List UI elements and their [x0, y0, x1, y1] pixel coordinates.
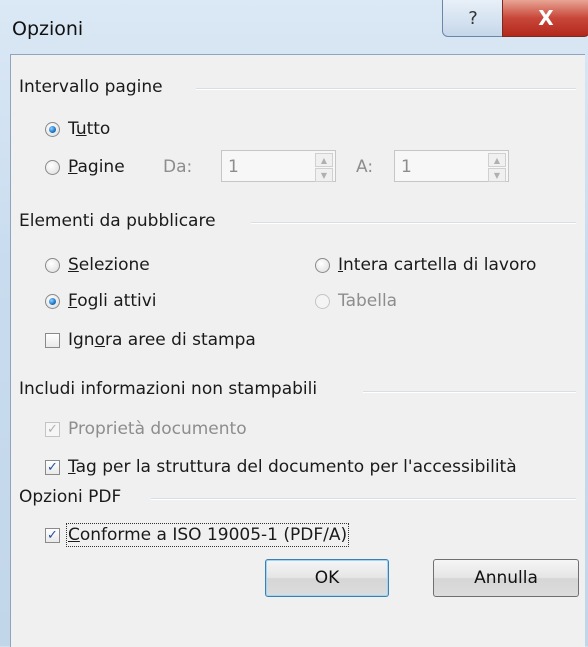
- radio-pages-indicator[interactable]: [45, 159, 60, 175]
- help-icon: ?: [468, 7, 478, 29]
- group-label-page-range: Intervallo pagine: [19, 77, 169, 97]
- to-page-value: 1: [401, 157, 412, 177]
- group-divider: [196, 88, 576, 90]
- radio-active-sheets-indicator[interactable]: [45, 293, 60, 309]
- group-divider: [151, 498, 576, 500]
- group-divider: [363, 391, 576, 393]
- from-page-spinner[interactable]: 1 ▲ ▼: [221, 150, 336, 182]
- dialog-client-area: Intervallo pagine Tutto Pagine Da: 1 ▲ ▼…: [10, 54, 585, 647]
- radio-pages[interactable]: Pagine: [45, 157, 125, 177]
- radio-whole-workbook-indicator[interactable]: [315, 257, 330, 273]
- checkbox-ignore-print-areas-box[interactable]: [45, 332, 60, 348]
- checkbox-doc-properties-box: ✓: [45, 421, 60, 437]
- radio-active-sheets[interactable]: Fogli attivi: [45, 291, 157, 311]
- to-label: A:: [356, 157, 374, 177]
- radio-table-label: Tabella: [338, 291, 398, 311]
- checkbox-iso-pdfa-label: Conforme a ISO 19005-1 (PDF/A): [65, 523, 350, 547]
- checkbox-ignore-print-areas[interactable]: Ignora aree di stampa: [45, 330, 256, 350]
- group-label-publish: Elementi da pubblicare: [19, 211, 222, 231]
- radio-all-label: Tutto: [68, 119, 111, 139]
- radio-whole-workbook-label: Intera cartella di lavoro: [338, 255, 537, 275]
- caption-buttons: ? X: [442, 0, 588, 40]
- radio-whole-workbook[interactable]: Intera cartella di lavoro: [315, 255, 536, 275]
- checkbox-doc-properties-label: Proprietà documento: [68, 419, 247, 439]
- spin-down-icon[interactable]: ▼: [315, 168, 333, 182]
- radio-all[interactable]: Tutto: [45, 119, 110, 139]
- close-icon: X: [538, 6, 554, 30]
- checkbox-structure-tags-box[interactable]: ✓: [45, 459, 60, 475]
- from-page-value: 1: [228, 157, 239, 177]
- checkbox-doc-properties: ✓ Proprietà documento: [45, 419, 247, 439]
- help-button[interactable]: ?: [442, 0, 504, 37]
- checkbox-structure-tags[interactable]: ✓ Tag per la struttura del documento per…: [45, 457, 517, 477]
- radio-table: Tabella: [315, 291, 397, 311]
- spin-up-icon[interactable]: ▲: [315, 153, 333, 167]
- to-spinner-arrows[interactable]: ▲ ▼: [488, 153, 506, 182]
- ok-button[interactable]: OK: [265, 559, 389, 597]
- spin-up-icon[interactable]: ▲: [488, 153, 506, 167]
- radio-active-sheets-label: Fogli attivi: [68, 291, 157, 311]
- radio-pages-label: Pagine: [68, 157, 125, 177]
- radio-all-indicator[interactable]: [45, 121, 60, 137]
- spin-down-icon[interactable]: ▼: [488, 168, 506, 182]
- radio-selection[interactable]: Selezione: [45, 255, 150, 275]
- radio-selection-label: Selezione: [68, 255, 150, 275]
- checkbox-structure-tags-label: Tag per la struttura del documento per l…: [68, 457, 517, 477]
- checkbox-iso-pdfa[interactable]: ✓ Conforme a ISO 19005-1 (PDF/A): [45, 523, 350, 547]
- group-label-nonprint: Includi informazioni non stampabili: [19, 379, 324, 399]
- from-label: Da:: [163, 157, 193, 177]
- cancel-button[interactable]: Annulla: [433, 559, 579, 597]
- dialog-window: Opzioni ? X Intervallo pagine Tutto Pagi…: [0, 0, 588, 647]
- checkbox-iso-pdfa-box[interactable]: ✓: [45, 527, 60, 543]
- dialog-title: Opzioni: [12, 18, 84, 40]
- checkbox-ignore-print-areas-label: Ignora aree di stampa: [68, 330, 256, 350]
- to-page-spinner[interactable]: 1 ▲ ▼: [394, 150, 509, 182]
- group-label-pdf: Opzioni PDF: [19, 487, 128, 507]
- group-divider: [251, 222, 576, 224]
- radio-selection-indicator[interactable]: [45, 257, 60, 273]
- close-button[interactable]: X: [502, 0, 588, 37]
- radio-table-indicator: [315, 293, 330, 309]
- from-spinner-arrows[interactable]: ▲ ▼: [315, 153, 333, 182]
